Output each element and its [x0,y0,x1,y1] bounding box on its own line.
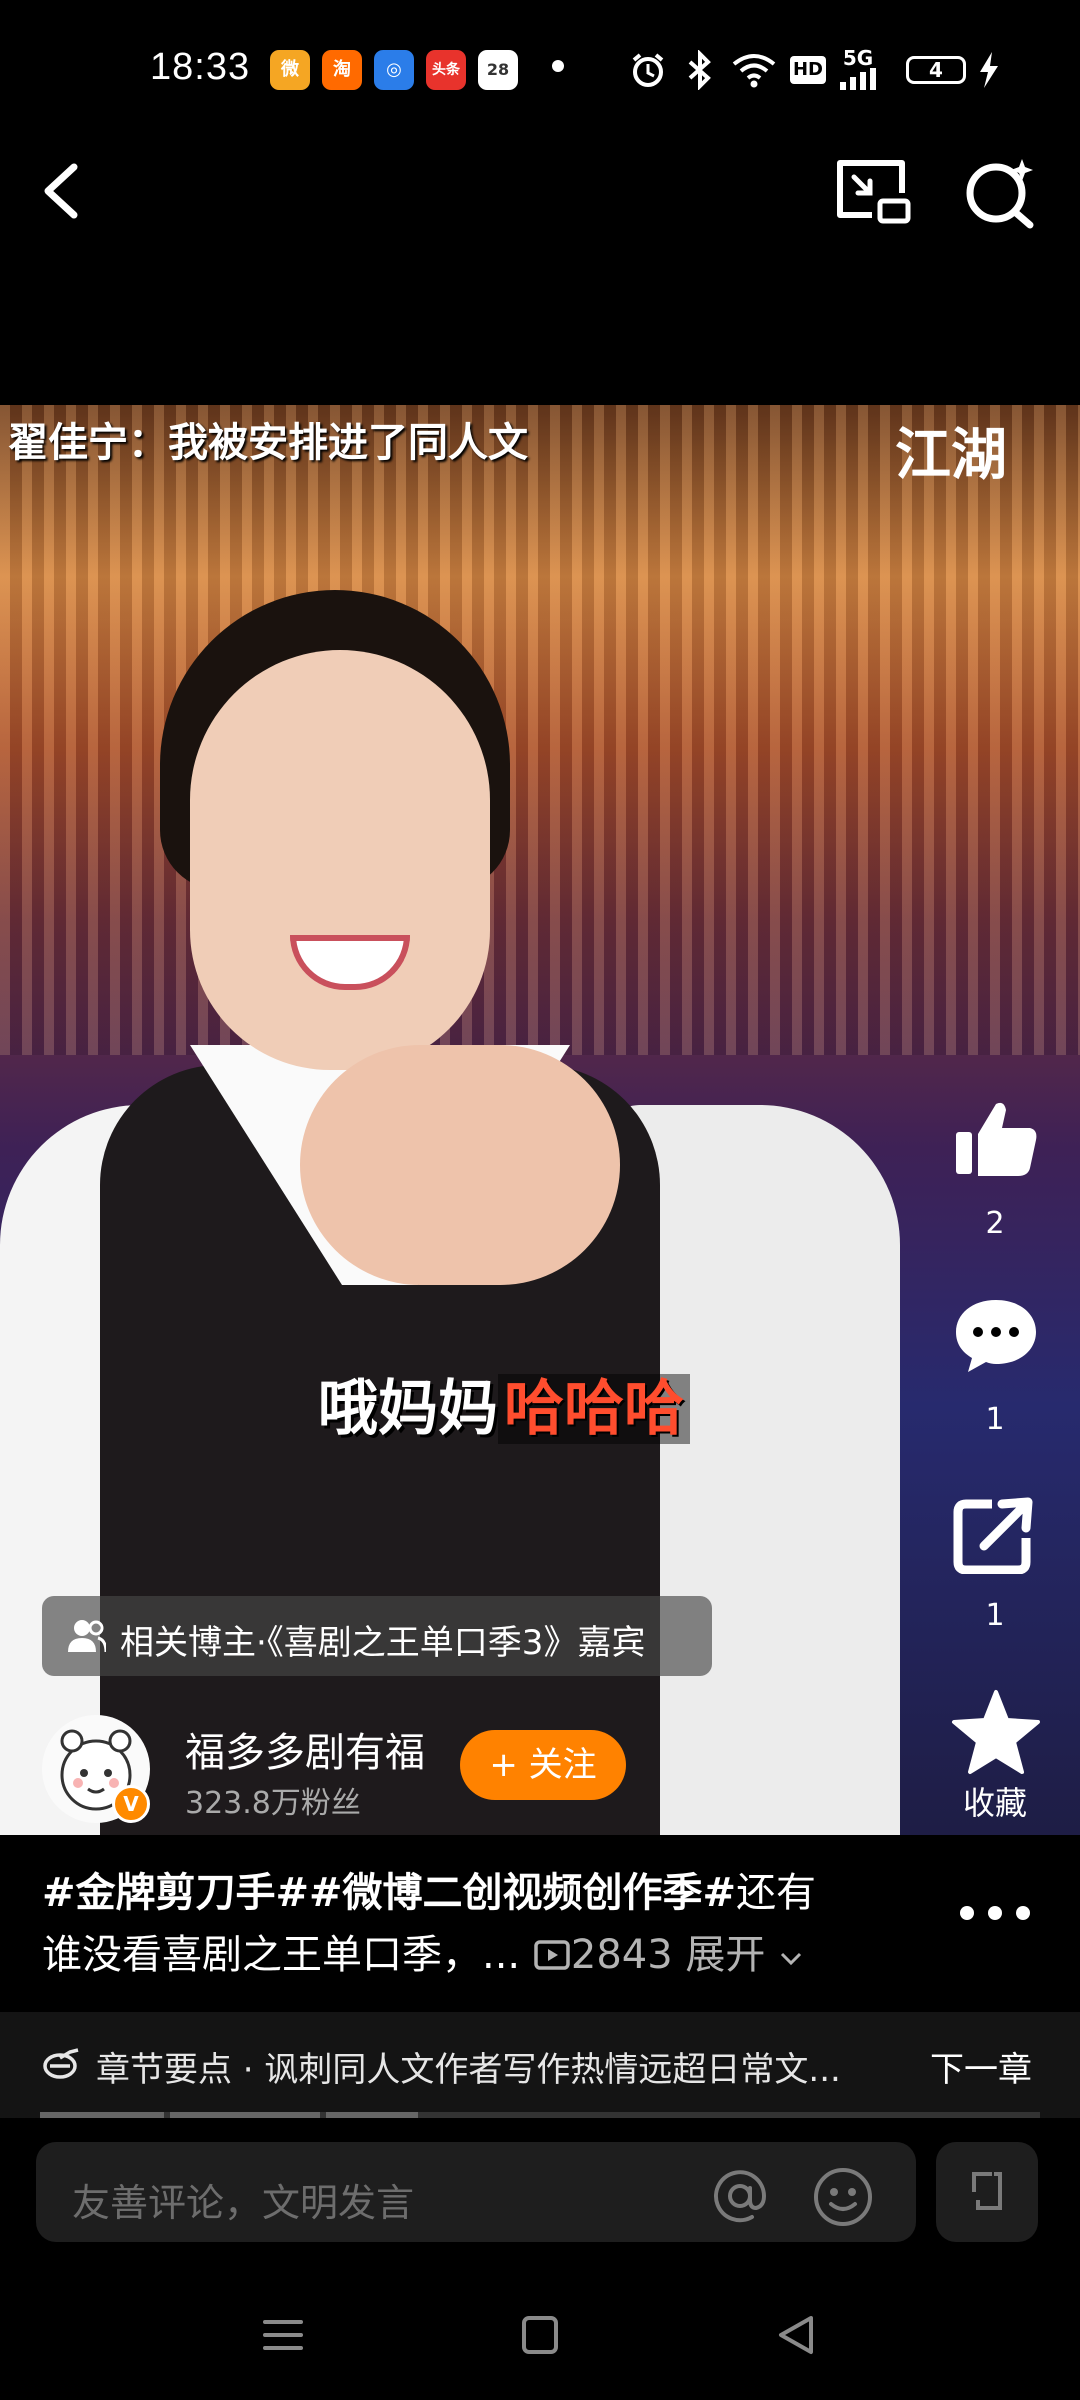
comment-icon[interactable] [952,1296,1040,1376]
play-count-icon [534,1940,570,1970]
post-description-line2[interactable]: 谁没看喜剧之王单口季，... 2843 展开 [42,1922,804,1980]
favorite-star-icon[interactable] [950,1688,1042,1776]
video-subtitle: 哦妈妈 哈哈哈 [318,1360,690,1447]
signal-5g-icon: 5G [838,48,878,90]
description-text-start: 还有 [736,1870,817,1916]
like-count: 2 [985,1206,1005,1241]
emoji-icon[interactable] [812,2166,874,2228]
progress-segment [170,2112,320,2118]
expand-icon [972,2172,1002,2210]
expand-comments-button[interactable] [936,2142,1038,2242]
wifi-icon [732,54,776,88]
post-hashtags[interactable]: #金牌剪刀手##微博二创视频创作季# [42,1870,736,1916]
search-icon[interactable] [960,155,1040,230]
like-icon[interactable] [952,1098,1040,1178]
users-icon [68,1620,106,1653]
back-button[interactable] [30,155,90,225]
toutiao-app-icon: 头条 [426,50,466,90]
video-progress-track[interactable] [40,2112,1040,2118]
video-watermark: 江湖 [895,422,1007,488]
status-time: 18:33 [150,46,251,88]
next-chapter-button[interactable]: 下一章 [930,2042,1032,2091]
status-bar: 18:33 微 淘 ◎ 头条 28 HD 5G 4 [0,0,1080,140]
chapter-icon [43,2048,79,2079]
favorite-label[interactable]: 收藏 [940,1778,1050,1824]
more-options-icon[interactable] [955,1898,1035,1928]
person-hands [300,1045,620,1285]
share-count: 1 [985,1598,1005,1633]
picture-in-picture-button[interactable] [832,155,912,225]
follow-button[interactable]: + 关注 [460,1730,626,1800]
description-text-rest: 谁没看喜剧之王单口季，... [42,1932,521,1978]
taobao-app-icon: 淘 [322,50,362,90]
progress-segment [40,2112,164,2118]
share-icon[interactable] [952,1494,1040,1574]
alarm-icon [632,53,664,87]
back-nav-icon[interactable] [767,2310,827,2360]
subtitle-white-text: 哦妈妈 [318,1374,498,1444]
more-notifications-dot [552,60,564,72]
comment-placeholder: 友善评论，文明发言 [72,2181,415,2225]
home-nav-icon[interactable] [510,2310,570,2360]
chapter-summary[interactable]: 章节要点 · 讽刺同人文作者写作热情远超日常文... [96,2042,841,2091]
play-count-group: 2843 展开 [533,1932,804,1978]
person-face [190,650,490,1070]
hd-icon: HD [790,56,826,84]
expand-button[interactable]: 展开 [685,1932,765,1978]
author-fans-count: 323.8万粉丝 [185,1786,361,1821]
comment-count: 1 [985,1402,1005,1437]
subtitle-red-text: 哈哈哈 [498,1374,690,1444]
video-caption-top: 翟佳宁：我被安排进了同人文 [8,419,528,466]
battery-icon: 4 [906,56,966,84]
charging-icon [980,52,998,88]
post-description-line1[interactable]: #金牌剪刀手##微博二创视频创作季#还有 [42,1860,816,1918]
verified-badge-icon: V [112,1785,150,1823]
chevron-down-icon[interactable] [778,1948,804,1968]
mention-at-icon[interactable] [712,2168,768,2224]
related-blogger-text: 相关博主·《喜剧之王单口季3》嘉宾 [120,1623,646,1663]
bluetooth-icon [688,50,711,90]
play-count: 2843 [570,1932,673,1978]
calendar-app-icon: 28 [478,50,518,90]
progress-segment [326,2112,418,2118]
browser-app-icon: ◎ [374,50,414,90]
author-name[interactable]: 福多多剧有福 [185,1720,425,1778]
menu-nav-icon[interactable] [253,2310,313,2360]
stage-backdrop [0,405,1080,1055]
weibo-app-icon: 微 [270,50,310,90]
